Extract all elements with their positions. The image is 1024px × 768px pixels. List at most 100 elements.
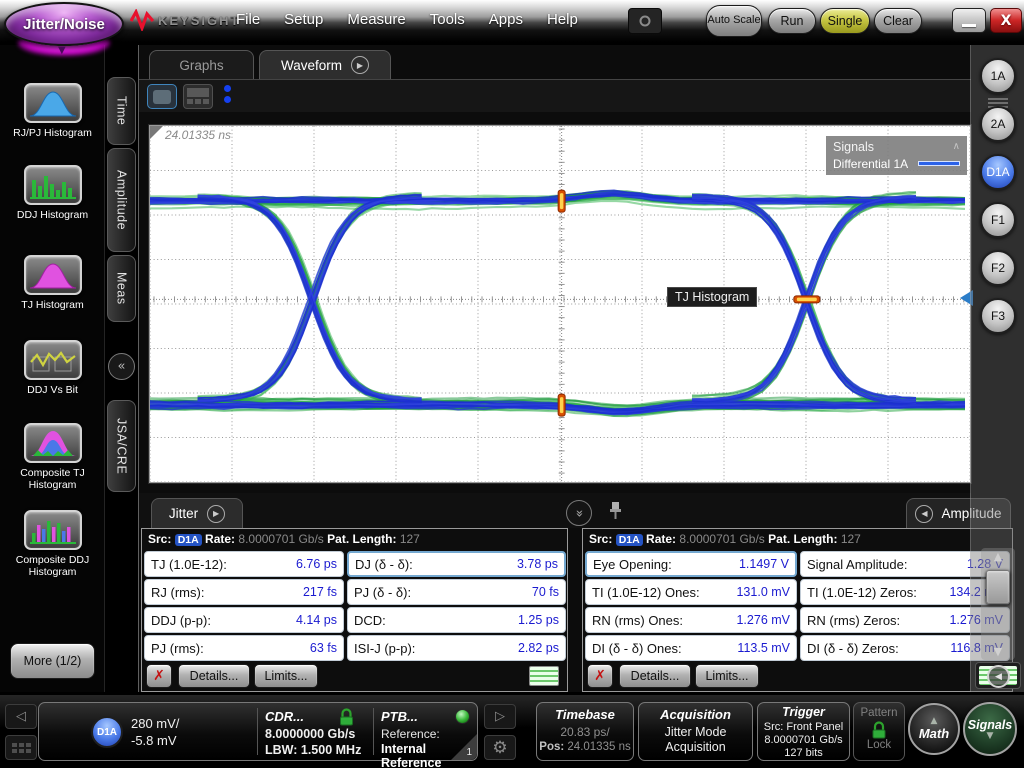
sidebar-item-composite-ddj-histogram[interactable]: Composite DDJ Histogram: [0, 510, 105, 578]
tab-graphs[interactable]: Graphs: [149, 50, 254, 79]
more-graphs-button[interactable]: More (1/2): [10, 643, 95, 679]
pattern-lock-icon: [872, 721, 886, 739]
pattern-length-value: 127: [840, 532, 861, 546]
signals-button[interactable]: Signals ▼: [963, 702, 1017, 756]
scroll-up-icon[interactable]: ▲: [981, 550, 1015, 563]
menu-setup[interactable]: Setup: [284, 11, 323, 28]
math-button[interactable]: ▲ Math: [908, 703, 960, 755]
keysight-logo: KEYSIGHT: [130, 9, 240, 31]
sidebar-collapse-button[interactable]: «: [108, 353, 135, 380]
channel-button-f3[interactable]: F3: [980, 298, 1016, 334]
meas-row-rn-ones[interactable]: RN (rms) Ones: 1.276 mV: [585, 607, 797, 633]
channel-button-1a[interactable]: 1A: [980, 58, 1016, 94]
tab-waveform[interactable]: Waveform ▶: [259, 50, 391, 79]
menu-apps[interactable]: Apps: [489, 11, 523, 28]
tab-jitter-results[interactable]: Jitter ▶: [151, 498, 243, 528]
meas-row-eye-opening[interactable]: Eye Opening: 1.1497 V: [585, 551, 797, 577]
tab-time[interactable]: Time: [107, 77, 136, 145]
timebase-panel[interactable]: Timebase 20.83 ps/ Pos: 24.01335 ns: [536, 702, 634, 761]
auto-scale-button[interactable]: Auto Scale: [706, 5, 762, 37]
menu-measure[interactable]: Measure: [347, 11, 405, 28]
screenshot-button[interactable]: [628, 8, 662, 34]
meas-row-dcd[interactable]: DCD: 1.25 ps: [347, 607, 566, 633]
ptb-title[interactable]: PTB...: [381, 709, 418, 724]
close-button[interactable]: X: [990, 8, 1022, 33]
rjpj-histogram-icon: [23, 83, 82, 123]
signals-legend[interactable]: Signals ∧ Differential 1A: [826, 136, 967, 175]
close-panel-button[interactable]: ✗: [587, 664, 613, 688]
channel-offset: -5.8 mV: [131, 733, 177, 748]
sidebar-item-tj-histogram[interactable]: TJ Histogram: [0, 255, 105, 311]
tab-amplitude-category[interactable]: Amplitude: [107, 148, 136, 252]
panel-page-number: 1: [466, 747, 472, 758]
limits-button[interactable]: Limits...: [254, 664, 318, 688]
single-pane-layout-button[interactable]: [147, 84, 177, 109]
panel-grid-button[interactable]: [5, 735, 37, 760]
scrollbar-thumb[interactable]: [986, 570, 1010, 604]
meas-row-dj[interactable]: DJ (δ - δ): 3.78 ps: [347, 551, 566, 577]
cdr-lbw: LBW: 1.500 MHz: [265, 743, 362, 757]
acquisition-title: Acquisition: [660, 707, 731, 722]
channel-button-2a[interactable]: 2A: [980, 106, 1016, 142]
sidebar-item-rjpj-histogram[interactable]: RJ/PJ Histogram: [0, 83, 105, 139]
sidebar-item-label: TJ Histogram: [21, 299, 84, 311]
app-logo[interactable]: Jitter/Noise ▼: [2, 0, 128, 60]
jitter-panel-footer: ✗ Details... Limits...: [142, 663, 567, 691]
single-button[interactable]: Single: [820, 8, 870, 34]
details-button[interactable]: Details...: [178, 664, 250, 688]
sidebar-item-ddj-vs-bit[interactable]: DDJ Vs Bit: [0, 340, 105, 396]
multi-pane-icon: [187, 88, 209, 97]
results-scrollbar[interactable]: ▲ ▼: [981, 548, 1015, 660]
meas-row-di-ones[interactable]: DI (δ - δ) Ones: 113.5 mV: [585, 635, 797, 661]
single-pane-icon: [153, 89, 171, 104]
settings-gear-button[interactable]: ⚙: [484, 735, 516, 760]
meas-row-rj[interactable]: RJ (rms): 217 fs: [144, 579, 344, 605]
menu-file[interactable]: File: [236, 11, 260, 28]
scroll-panels-right-button[interactable]: ▷: [484, 704, 516, 729]
channel-button-d1a[interactable]: D1A: [980, 154, 1016, 190]
meas-row-ti-ones[interactable]: TI (1.0E-12) Ones: 131.0 mV: [585, 579, 797, 605]
report-list-icon[interactable]: [529, 666, 559, 686]
sidebar-item-label: DDJ Histogram: [16, 209, 89, 221]
meas-row-tj[interactable]: TJ (1.0E-12): 6.76 ps: [144, 551, 344, 577]
panel-collapse-button[interactable]: »: [566, 500, 592, 526]
trigger-source: Src: Front Panel: [763, 721, 844, 733]
clear-button[interactable]: Clear: [874, 8, 922, 34]
amplitude-results-panel: Src: D1A Rate: 8.0000701 Gb/s Pat. Lengt…: [582, 528, 1013, 692]
eye-diagram-plot[interactable]: 24.01335 ns Signals ∧ Differential 1A TJ…: [149, 125, 973, 483]
results-collapse-button[interactable]: ◀: [975, 662, 1021, 689]
meas-row-isij[interactable]: ISI-J (p-p): 2.82 ps: [347, 635, 566, 661]
channel-button-f1[interactable]: F1: [980, 202, 1016, 238]
sidebar-item-label: Composite TJ Histogram: [20, 467, 85, 491]
multi-pane-layout-button[interactable]: [183, 84, 213, 109]
scroll-panels-left-button[interactable]: ◁: [5, 704, 37, 729]
menu-help[interactable]: Help: [547, 11, 578, 28]
limits-button[interactable]: Limits...: [695, 664, 759, 688]
panel-page-fold[interactable]: [451, 734, 477, 760]
sidebar-item-ddj-histogram[interactable]: DDJ Histogram: [0, 165, 105, 221]
legend-collapse-icon[interactable]: ∧: [953, 141, 960, 152]
menu-tools[interactable]: Tools: [430, 11, 465, 28]
drag-handle-dots-icon[interactable]: [224, 85, 231, 107]
cdr-lock-icon: [340, 708, 353, 726]
acquisition-panel[interactable]: Acquisition Jitter Mode Acquisition: [638, 702, 753, 761]
meas-row-pj-dd[interactable]: PJ (δ - δ): 70 fs: [347, 579, 566, 605]
tab-jsa-cre[interactable]: JSA/CRE: [107, 400, 136, 492]
minimize-button[interactable]: [952, 8, 986, 33]
tab-meas[interactable]: Meas: [107, 255, 136, 322]
meas-row-ddj[interactable]: DDJ (p-p): 4.14 ps: [144, 607, 344, 633]
trigger-panel[interactable]: Trigger Src: Front Panel 8.0000701 Gb/s …: [757, 702, 850, 761]
run-button[interactable]: Run: [768, 8, 816, 34]
channel-setup-panel[interactable]: D1A 280 mV/ -5.8 mV CDR... 8.0000000 Gb/…: [38, 702, 478, 768]
tj-histogram-annotation[interactable]: TJ Histogram: [667, 287, 758, 307]
details-button[interactable]: Details...: [619, 664, 691, 688]
pin-icon[interactable]: [609, 501, 622, 525]
pattern-lock-panel[interactable]: Pattern Lock: [853, 702, 905, 761]
close-panel-button[interactable]: ✗: [146, 664, 172, 688]
channel-badge[interactable]: D1A: [91, 716, 123, 748]
cdr-title[interactable]: CDR...: [265, 709, 304, 724]
meas-row-pj-rms[interactable]: PJ (rms): 63 fs: [144, 635, 344, 661]
scroll-down-icon[interactable]: ▼: [981, 645, 1015, 658]
channel-button-f2[interactable]: F2: [980, 250, 1016, 286]
sidebar-item-composite-tj-histogram[interactable]: Composite TJ Histogram: [0, 423, 105, 491]
